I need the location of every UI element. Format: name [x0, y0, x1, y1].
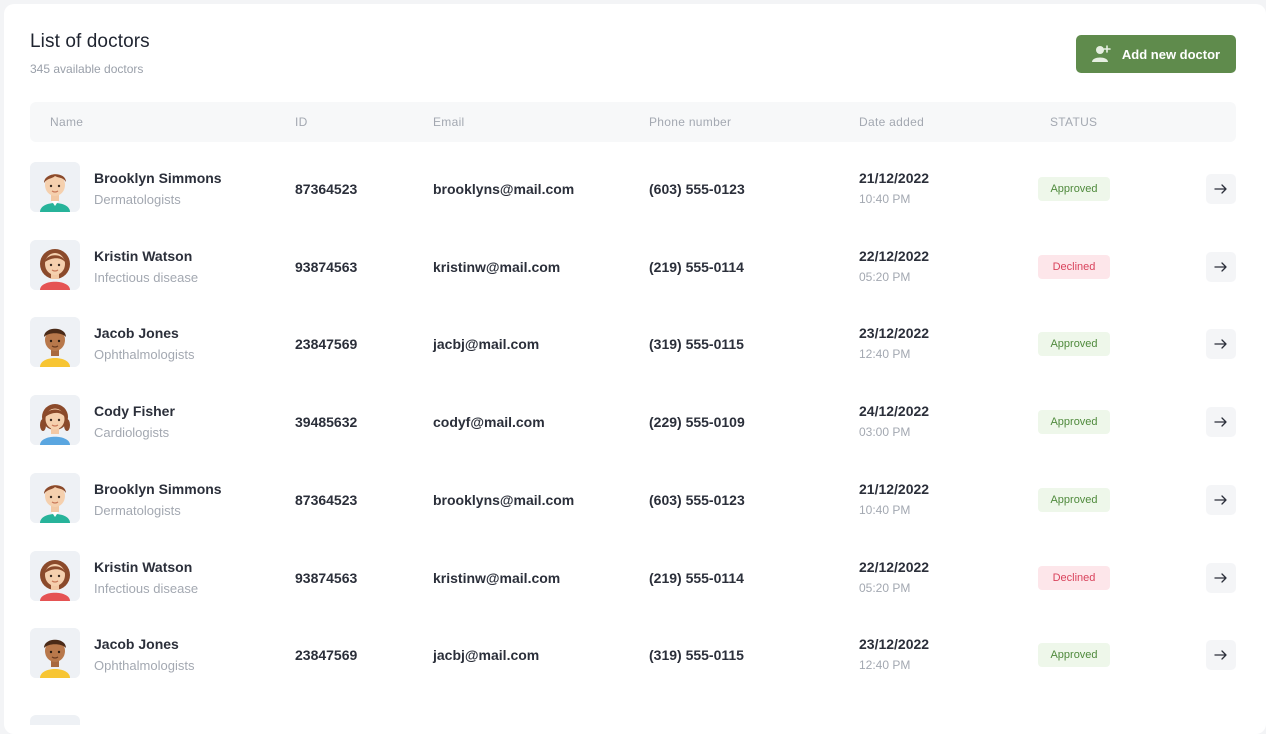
doctor-name: Jacob Jones	[94, 636, 179, 653]
doctor-specialty: Ophthalmologists	[94, 347, 195, 363]
doctor-specialty: Cardiologists	[94, 425, 170, 441]
arrow-right-icon	[1214, 184, 1227, 194]
column-header-email: Email	[433, 115, 465, 129]
time-added: 10:40 PM	[859, 192, 911, 206]
column-header-phone: Phone number	[649, 115, 732, 129]
avatar	[30, 395, 80, 446]
table-row: Kristin Watson Infectious disease 93874563…	[30, 234, 1236, 312]
doctor-id: 23847569	[295, 336, 358, 353]
status-badge: Approved	[1038, 643, 1110, 668]
table-row: Jacob Jones Ophthalmologists 23847569 jacbj…	[30, 622, 1236, 700]
time-added: 05:20 PM	[859, 580, 911, 595]
arrow-right-icon	[1214, 572, 1227, 583]
add-user-icon	[1091, 45, 1112, 63]
doctor-specialty: Infectious disease	[94, 269, 199, 285]
view-doctor-button[interactable]	[1206, 640, 1236, 671]
status-badge: Approved	[1038, 332, 1110, 357]
arrow-right-icon	[1214, 650, 1227, 660]
doctor-email: jacbj@mail.com	[433, 647, 540, 664]
view-doctor-button[interactable]	[1206, 562, 1236, 593]
doctor-name: Kristin Watson	[94, 247, 193, 264]
arrow-right-icon	[1214, 262, 1227, 272]
column-header-status: STATUS	[1050, 115, 1098, 129]
view-doctor-button[interactable]	[1206, 407, 1236, 438]
time-added: 12:40 PM	[859, 658, 911, 673]
doctor-id: 93874563	[295, 258, 358, 275]
status-badge: Approved	[1038, 487, 1110, 512]
doctor-email: jacbj@mail.com	[433, 336, 540, 353]
doctor-phone: (319) 555-0115	[649, 336, 744, 353]
doctor-phone: (603) 555-0123	[649, 491, 745, 508]
doctor-phone: (229) 555-0109	[649, 414, 745, 431]
avatar	[30, 472, 80, 523]
time-added: 03:00 PM	[859, 425, 911, 440]
doctor-id: 87364523	[295, 491, 358, 508]
doctor-count: 345 available doctors	[30, 62, 144, 76]
view-doctor-button[interactable]	[1206, 174, 1236, 204]
doctor-specialty: Dermatologists	[94, 502, 181, 518]
view-doctor-button[interactable]	[1206, 484, 1236, 515]
date-added: 22/12/2022	[859, 558, 930, 575]
doctor-email: codyf@mail.com	[433, 414, 545, 431]
doctor-id: 93874563	[295, 569, 358, 586]
doctor-name: Kristin Watson	[94, 558, 193, 575]
doctor-email: kristinw@mail.com	[433, 569, 561, 586]
arrow-right-icon	[1214, 339, 1227, 350]
doctor-email: brooklyns@mail.com	[433, 491, 575, 508]
page-title: List of doctors	[30, 31, 150, 52]
view-doctor-button[interactable]	[1206, 329, 1236, 360]
avatar	[30, 550, 80, 601]
time-added: 05:20 PM	[859, 269, 911, 284]
doctors-card: List of doctors 345 available doctors Ad…	[4, 4, 1266, 734]
time-added: 12:40 PM	[859, 347, 911, 362]
avatar	[30, 628, 80, 679]
doctor-phone: (319) 555-0115	[649, 647, 744, 664]
avatar	[30, 239, 80, 290]
add-new-doctor-button[interactable]: Add new doctor	[1076, 35, 1236, 73]
doctor-name: Jacob Jones	[94, 325, 179, 342]
date-added: 23/12/2022	[859, 636, 930, 653]
column-header-date: Date added	[859, 115, 925, 129]
table-row: Brooklyn Simmons Dermatologists 87364523 br…	[30, 156, 1236, 234]
date-added: 22/12/2022	[859, 247, 930, 264]
doctor-name: Brooklyn Simmons	[94, 170, 222, 186]
date-added: 21/12/2022	[859, 170, 930, 186]
add-new-doctor-label: Add new doctor	[1121, 46, 1221, 62]
table-row: Cody Fisher Cardiologists 39485632 codyf@ma…	[30, 389, 1236, 467]
status-badge: Approved	[1038, 177, 1110, 201]
date-added: 21/12/2022	[859, 480, 930, 497]
doctor-name: Brooklyn Simmons	[94, 480, 222, 497]
table-row: Jacob Jones Ophthalmologists 23847569 jacbj…	[30, 311, 1236, 389]
doctor-email: kristinw@mail.com	[433, 258, 561, 275]
table-row: Brooklyn Simmons Dermatologists 87364523 br…	[30, 467, 1236, 545]
doctor-phone: (603) 555-0123	[649, 181, 745, 197]
doctor-phone: (219) 555-0114	[649, 258, 744, 275]
date-added: 24/12/2022	[859, 403, 930, 420]
time-added: 10:40 PM	[859, 502, 911, 517]
doctor-id: 23847569	[295, 647, 358, 664]
doctor-id: 39485632	[295, 414, 358, 431]
avatar	[30, 317, 80, 368]
doctor-email: brooklyns@mail.com	[433, 181, 575, 197]
status-badge: Declined	[1038, 565, 1110, 590]
table-row: Kristin Watson Infectious disease 93874563…	[30, 545, 1236, 623]
table-header: Name ID Email Phone number Date added ST…	[30, 102, 1236, 142]
date-added: 23/12/2022	[859, 325, 930, 342]
arrow-right-icon	[1214, 495, 1227, 505]
doctor-specialty: Ophthalmologists	[94, 658, 195, 674]
doctor-specialty: Infectious disease	[94, 580, 199, 596]
view-doctor-button[interactable]	[1206, 251, 1236, 282]
arrow-right-icon	[1214, 417, 1227, 427]
avatar	[30, 162, 80, 212]
doctor-phone: (219) 555-0114	[649, 569, 744, 586]
doctor-name: Cody Fisher	[94, 403, 175, 420]
column-header-id: ID	[295, 115, 308, 129]
doctor-id: 87364523	[295, 181, 358, 197]
status-badge: Approved	[1038, 410, 1110, 435]
column-header-name: Name	[50, 115, 84, 129]
doctor-specialty: Dermatologists	[94, 192, 181, 207]
avatar	[30, 715, 80, 725]
status-badge: Declined	[1038, 254, 1110, 279]
